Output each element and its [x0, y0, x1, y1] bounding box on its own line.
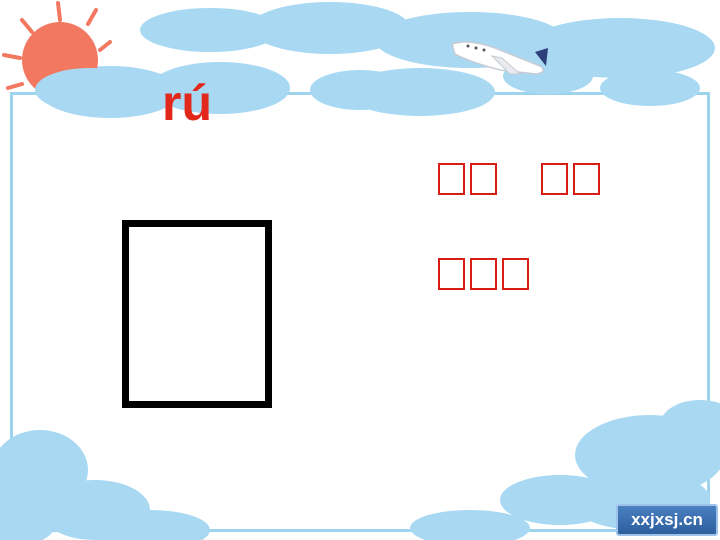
site-watermark: xxjxsj.cn — [616, 504, 718, 536]
word-char — [470, 163, 497, 195]
word-char — [438, 258, 465, 290]
pinyin-label: rú — [162, 75, 212, 131]
airplane-icon — [451, 41, 548, 75]
character-glyph — [122, 220, 272, 408]
word-char — [438, 163, 465, 195]
word-1 — [438, 163, 497, 195]
word-char — [541, 163, 568, 195]
word-row-2 — [438, 258, 529, 290]
word-2 — [541, 163, 600, 195]
word-3 — [438, 258, 529, 290]
word-row-1 — [438, 163, 600, 195]
word-char — [573, 163, 600, 195]
word-char — [502, 258, 529, 290]
word-char — [470, 258, 497, 290]
slide: rú xxjxsj.cn — [0, 0, 720, 540]
